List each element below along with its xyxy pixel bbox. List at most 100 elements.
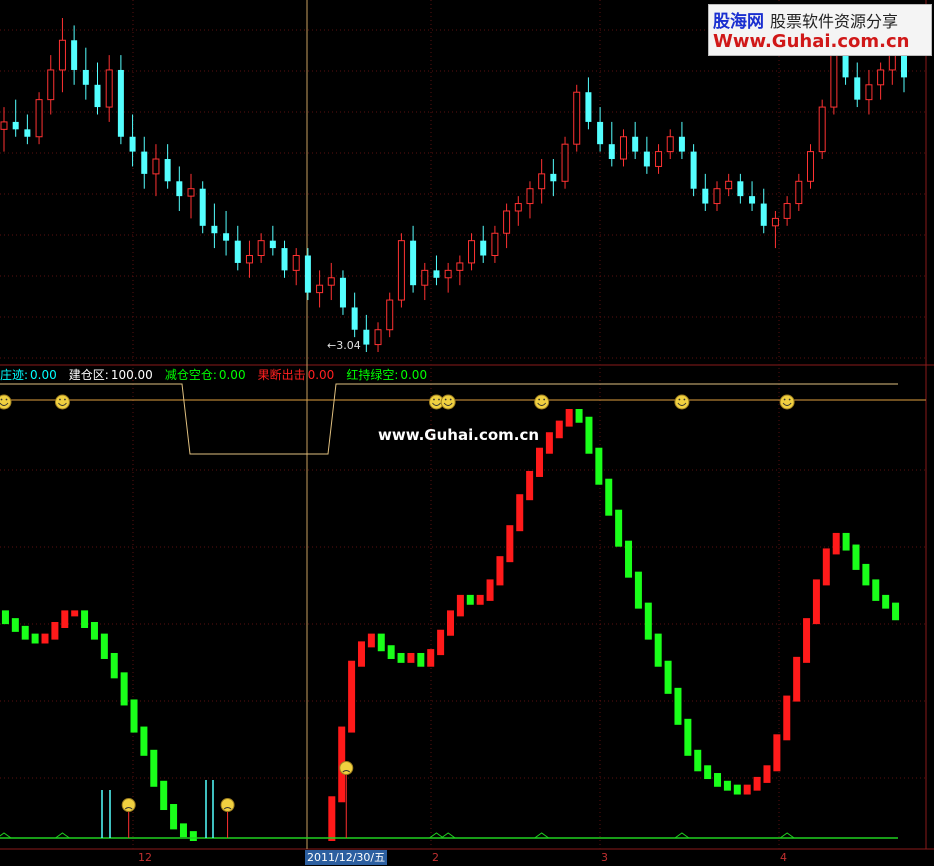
legend-value: 0.00 — [400, 368, 428, 382]
candle-body — [678, 136, 685, 152]
indicator-bar — [189, 831, 197, 841]
candle-body — [410, 240, 417, 286]
watermark-url: Www.Guhai.com.cn — [713, 31, 910, 52]
candle-body — [538, 173, 546, 190]
indicator-bar — [615, 509, 623, 547]
legend-label: 红持绿空: — [346, 368, 399, 382]
legend-item: 红持绿空: 0.00 — [346, 368, 433, 382]
indicator-overlay — [0, 383, 898, 839]
indicator-bar — [634, 571, 642, 609]
smiley-happy-icon — [0, 394, 12, 410]
candle-body — [713, 188, 721, 205]
smiley-happy-icon — [534, 394, 550, 410]
candle-body — [187, 188, 195, 197]
indicator-bar — [555, 420, 563, 439]
indicator-bar — [486, 579, 494, 601]
indicator-bar — [357, 641, 365, 667]
indicator-bar — [367, 633, 375, 648]
watermark-site-name: 股海网 — [713, 12, 764, 32]
candle-body — [386, 299, 394, 331]
legend-value: 0.00 — [30, 368, 57, 382]
indicator-bar — [160, 780, 168, 811]
indicator-bar — [743, 784, 751, 795]
candlestick-series — [0, 18, 907, 352]
candle-body — [117, 69, 124, 137]
candle-body — [304, 255, 311, 293]
indicator-bar — [595, 447, 603, 485]
indicator-bar — [427, 649, 435, 667]
candle-body — [760, 203, 767, 226]
indicator-bar — [506, 525, 514, 563]
candle-body — [152, 158, 160, 175]
candle-body — [468, 240, 476, 264]
candle-body — [690, 151, 697, 189]
smiley-sad-icon — [220, 798, 235, 812]
candle-body — [281, 248, 288, 271]
indicator-bar — [348, 660, 356, 733]
candle-body — [327, 277, 335, 286]
candle-body — [597, 121, 604, 145]
indicator-bar — [170, 804, 178, 830]
center-watermark: www.Guhai.com.cn — [378, 426, 540, 444]
legend-value: 0.00 — [218, 368, 246, 382]
candle-body — [854, 77, 861, 100]
candle-body — [456, 262, 464, 271]
indicator-bar — [872, 579, 880, 601]
x-tick-mar: 3 — [601, 851, 608, 864]
candle-body — [491, 232, 499, 257]
candle-body — [643, 151, 650, 167]
indicator-bar — [456, 594, 464, 617]
candle-body — [725, 180, 733, 190]
candle-body — [480, 240, 487, 256]
indicator-bar — [733, 784, 741, 795]
candle-body — [619, 136, 627, 160]
indicator-bar — [575, 409, 583, 423]
chart-grid — [0, 0, 934, 850]
smiley-happy-icon — [54, 394, 70, 410]
candle-body — [795, 180, 803, 205]
indicator-bar — [71, 610, 79, 617]
candle-body — [374, 329, 382, 346]
smiley-sad-icon — [339, 761, 354, 775]
indicator-bar — [51, 622, 59, 640]
indicator-bar — [684, 718, 692, 756]
candle-body — [292, 255, 300, 271]
indicator-bar — [862, 563, 870, 586]
smiley-happy-icon — [674, 394, 690, 410]
indicator-legend: 庄迹: 0.00 建仓区: 100.00 减仓空仓: 0.00 果断出击 0.00 红持绿空: 0… — [0, 366, 439, 382]
indicator-bar — [1, 610, 9, 625]
candle-body — [47, 69, 55, 101]
smiley-sad-icon — [121, 798, 136, 812]
candle-body — [830, 47, 838, 108]
candle-body — [888, 54, 896, 71]
legend-label: 建仓区: — [68, 368, 109, 382]
indicator-bar — [882, 594, 890, 609]
candle-body — [199, 188, 206, 226]
candle-body — [141, 151, 148, 174]
watermark-slogan: 股票软件资源分享 — [770, 12, 899, 31]
indicator-bar — [120, 672, 128, 706]
candle-body — [176, 181, 183, 197]
indicator-bar — [714, 773, 722, 787]
indicator-bar — [466, 594, 474, 605]
indicator-bar — [81, 610, 89, 628]
indicator-bar — [783, 695, 791, 741]
indicator-bar — [496, 556, 504, 586]
candle-body — [783, 203, 791, 219]
indicator-bar — [654, 633, 662, 667]
candle-body — [666, 136, 674, 153]
candle-body — [585, 92, 592, 122]
indicator-bar — [664, 660, 672, 694]
candle-body — [105, 69, 113, 108]
candle-body — [818, 106, 826, 153]
legend-label: 庄迹: — [0, 368, 29, 382]
candle-body — [702, 188, 709, 204]
indicator-bar — [397, 652, 405, 663]
candle-body — [234, 240, 241, 263]
indicator-bar — [803, 618, 811, 663]
crosshair-date-label: 2011/12/30/五 — [305, 850, 388, 865]
indicator-bar — [852, 544, 860, 570]
candle-body — [71, 40, 78, 70]
legend-item: 减仓空仓: 0.00 — [165, 368, 252, 382]
candle-body — [865, 84, 873, 101]
